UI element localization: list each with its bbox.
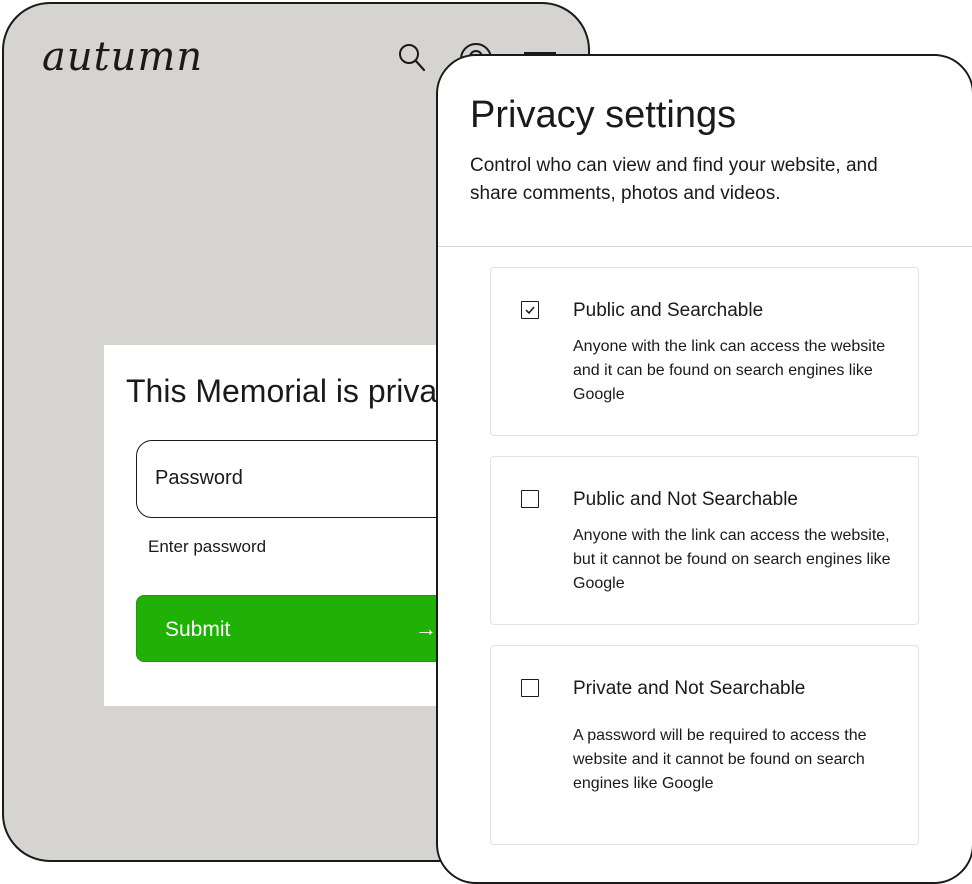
page-title: Privacy settings [470, 94, 737, 136]
option-private-not-searchable[interactable]: Private and Not Searchable A password wi… [490, 645, 919, 845]
check-icon [525, 306, 535, 315]
password-label: Password [155, 467, 243, 489]
option-description: Anyone with the link can access the webs… [573, 338, 886, 403]
arrow-right-icon: → [415, 616, 437, 641]
private-memorial-title: This Memorial is private [126, 373, 464, 409]
search-icon[interactable] [397, 42, 427, 79]
option-checkbox-checked[interactable] [521, 301, 539, 319]
autumn-logo[interactable]: autumn [42, 34, 203, 80]
submit-label: Submit [165, 618, 231, 641]
privacy-settings-screen: Privacy settings Control who can view an… [436, 54, 972, 884]
option-description: A password will be required to access th… [573, 727, 867, 792]
option-title: Public and Not Searchable [573, 489, 798, 510]
page-description: Control who can view and find your websi… [470, 155, 878, 204]
option-checkbox[interactable] [521, 490, 539, 508]
option-description: Anyone with the link can access the webs… [573, 527, 891, 592]
option-checkbox[interactable] [521, 679, 539, 697]
option-public-not-searchable[interactable]: Public and Not Searchable Anyone with th… [490, 456, 919, 625]
option-public-searchable[interactable]: Public and Searchable Anyone with the li… [490, 267, 919, 436]
option-title: Private and Not Searchable [573, 678, 806, 699]
option-title: Public and Searchable [573, 300, 764, 321]
divider [438, 246, 972, 247]
password-helper-text: Enter password [148, 537, 267, 556]
